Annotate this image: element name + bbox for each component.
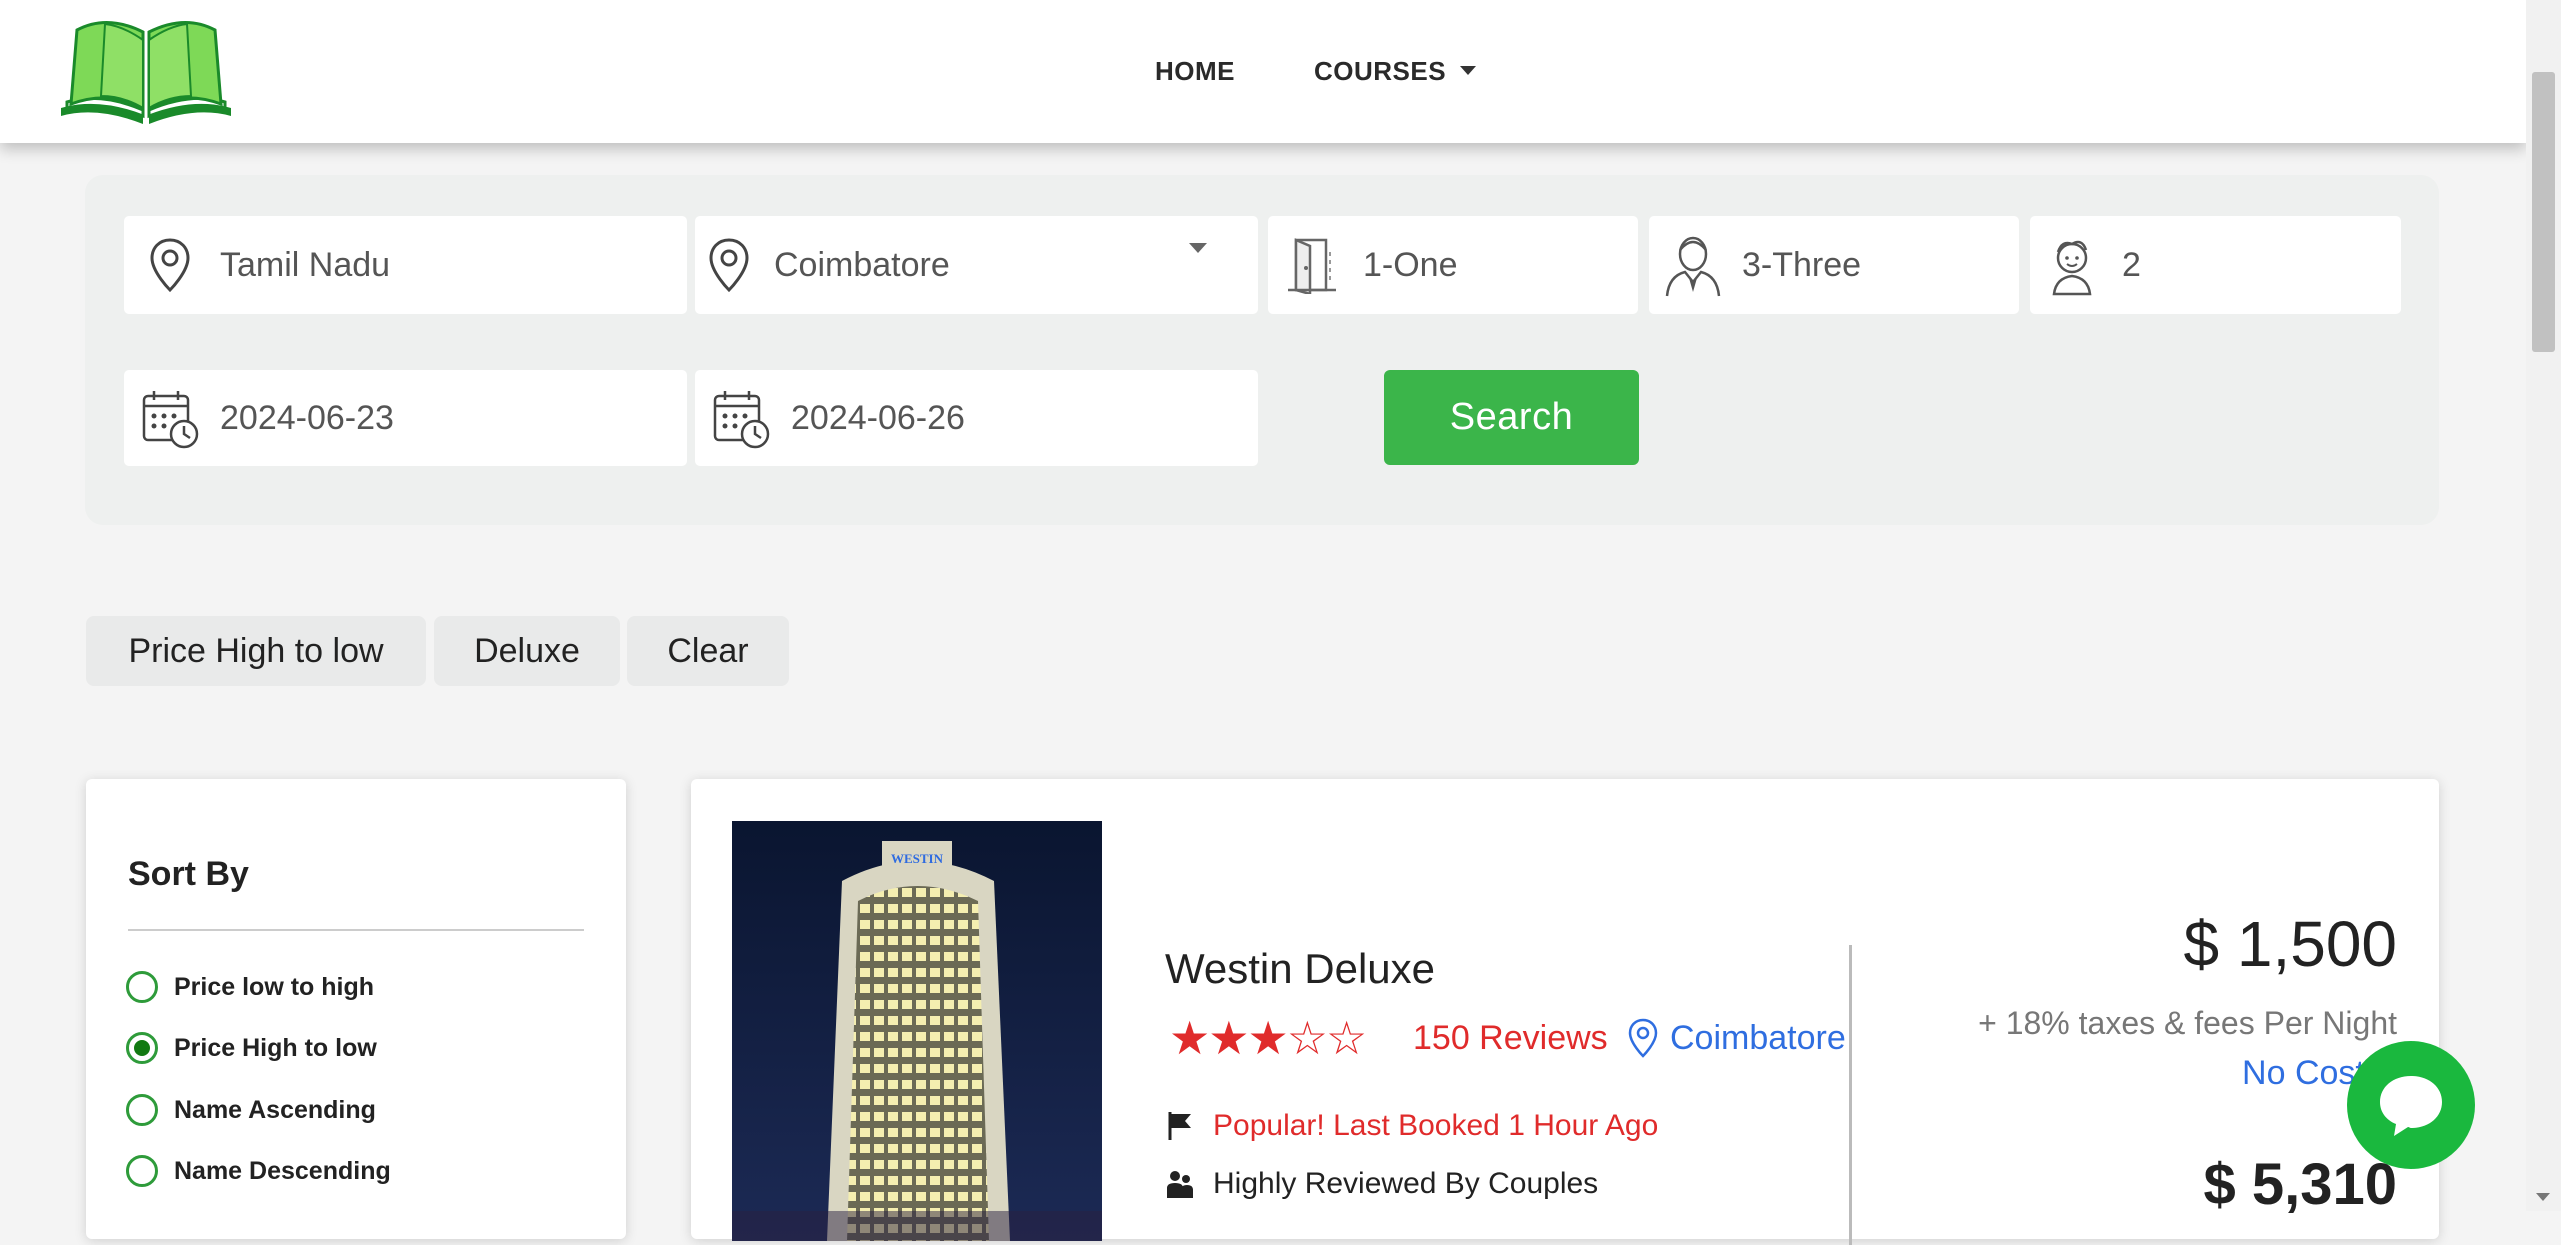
location-pin-icon bbox=[150, 238, 190, 293]
rooms-value: 1-One bbox=[1363, 245, 1458, 284]
radio-button[interactable] bbox=[126, 1155, 158, 1187]
hotel-name[interactable]: Westin Deluxe bbox=[1165, 945, 1435, 993]
checkin-date-field[interactable]: 2024-06-23 bbox=[124, 370, 687, 466]
star-empty-icon: ☆ bbox=[1326, 1012, 1367, 1064]
couples-text: Highly Reviewed By Couples bbox=[1213, 1167, 1599, 1200]
flag-icon bbox=[1168, 1112, 1191, 1140]
checkout-date-value: 2024-06-26 bbox=[791, 398, 965, 437]
star-empty-icon: ☆ bbox=[1286, 1012, 1328, 1064]
star-filled-icon: ★ bbox=[1247, 1012, 1289, 1064]
sort-option-label: Name Ascending bbox=[174, 1095, 376, 1124]
children-field[interactable]: 2 bbox=[2030, 216, 2401, 314]
hotel-result-card[interactable]: WESTIN Westin Deluxe ★★★☆☆ 150 Reviews C… bbox=[691, 779, 2439, 1245]
sort-title: Sort By bbox=[128, 855, 249, 893]
radio-button[interactable] bbox=[126, 1094, 158, 1126]
star-filled-icon: ★ bbox=[1169, 1012, 1210, 1064]
sort-option-name-ascending[interactable]: Name Ascending bbox=[126, 1090, 376, 1130]
scrollbar-thumb[interactable] bbox=[2532, 72, 2555, 352]
sort-panel: Sort By Price low to high Price High to … bbox=[86, 779, 626, 1239]
popular-badge: Popular! Last Booked 1 Hour Ago bbox=[1165, 1109, 1658, 1143]
book-logo-icon[interactable] bbox=[57, 12, 235, 128]
sort-option-price-low-to-high[interactable]: Price low to high bbox=[126, 967, 374, 1007]
scroll-down-arrow-icon[interactable] bbox=[2536, 1193, 2550, 1201]
hotel-image[interactable]: WESTIN bbox=[732, 821, 1102, 1241]
door-icon bbox=[1288, 238, 1336, 294]
star-rating: ★★★☆☆ bbox=[1169, 1011, 1367, 1065]
hotel-location-label: Coimbatore bbox=[1670, 1018, 1846, 1057]
sort-option-name-descending[interactable]: Name Descending bbox=[126, 1151, 391, 1191]
filter-chip-deluxe[interactable]: Deluxe bbox=[434, 616, 620, 686]
search-button[interactable]: Search bbox=[1384, 370, 1639, 465]
reviews-link[interactable]: 150 Reviews bbox=[1413, 1019, 1608, 1058]
divider bbox=[128, 929, 584, 931]
taxes-note: + 18% taxes & fees Per Night bbox=[1978, 1005, 2397, 1041]
city-select[interactable]: Coimbatore bbox=[695, 216, 1258, 314]
adult-person-icon bbox=[1665, 236, 1721, 297]
couples-badge: Highly Reviewed By Couples bbox=[1165, 1167, 1598, 1201]
checkin-date-value: 2024-06-23 bbox=[220, 398, 394, 437]
popular-text: Popular! Last Booked 1 Hour Ago bbox=[1213, 1109, 1659, 1142]
calendar-clock-icon bbox=[713, 391, 770, 449]
sort-option-label: Name Descending bbox=[174, 1156, 391, 1185]
couple-icon bbox=[1167, 1171, 1193, 1198]
vertical-divider bbox=[1849, 945, 1852, 1245]
sort-option-label: Price High to low bbox=[174, 1033, 377, 1062]
site-header: HOME COURSES bbox=[0, 0, 2526, 143]
star-filled-icon: ★ bbox=[1208, 1012, 1249, 1064]
rooms-field[interactable]: 1-One bbox=[1268, 216, 1638, 314]
hotel-sign-text: WESTIN bbox=[891, 851, 944, 866]
hotel-location[interactable]: Coimbatore bbox=[1626, 1017, 1846, 1059]
nav-courses-label: COURSES bbox=[1314, 56, 1447, 86]
filter-chip-clear[interactable]: Clear bbox=[627, 616, 789, 686]
checkout-date-field[interactable]: 2024-06-26 bbox=[695, 370, 1258, 466]
radio-button-checked[interactable] bbox=[126, 1032, 158, 1064]
sort-option-price-high-to-low[interactable]: Price High to low bbox=[126, 1028, 377, 1068]
calendar-clock-icon bbox=[142, 391, 199, 449]
page-scrollbar[interactable] bbox=[2526, 0, 2561, 1211]
nav-home[interactable]: HOME bbox=[1155, 56, 1235, 87]
adults-field[interactable]: 3-Three bbox=[1649, 216, 2019, 314]
children-value: 2 bbox=[2122, 245, 2141, 284]
total-price: $ 5,310 bbox=[2203, 1152, 2397, 1217]
location-pin-icon bbox=[709, 238, 749, 293]
filter-chip-price-high-to-low[interactable]: Price High to low bbox=[86, 616, 426, 686]
nav-courses[interactable]: COURSES bbox=[1314, 56, 1477, 87]
child-icon bbox=[2052, 240, 2092, 296]
chevron-down-icon bbox=[1189, 243, 1207, 253]
sort-option-label: Price low to high bbox=[174, 972, 375, 1001]
chat-bubble-icon bbox=[2380, 1076, 2442, 1136]
state-field[interactable]: Tamil Nadu bbox=[124, 216, 687, 314]
city-value: Coimbatore bbox=[774, 245, 950, 284]
state-value: Tamil Nadu bbox=[220, 245, 391, 284]
chat-button[interactable] bbox=[2347, 1041, 2475, 1169]
price-per-night: $ 1,500 bbox=[2183, 908, 2397, 980]
location-pin-icon bbox=[1628, 1018, 1658, 1058]
adults-value: 3-Three bbox=[1742, 245, 1862, 284]
chevron-down-icon bbox=[1460, 65, 1477, 75]
radio-button[interactable] bbox=[126, 971, 158, 1003]
